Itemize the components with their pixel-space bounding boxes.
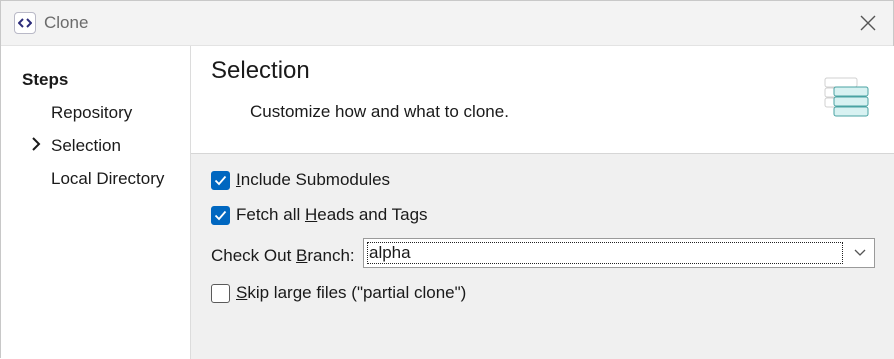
- close-icon: [860, 15, 876, 31]
- step-selection[interactable]: Selection: [51, 136, 121, 156]
- fetch-heads-label: Fetch all Heads and Tags: [236, 205, 428, 224]
- checkout-branch-label: Check Out Branch:: [211, 246, 355, 265]
- page-header: Selection Customize how and what to clon…: [191, 46, 894, 154]
- page-description: Customize how and what to clone.: [250, 102, 509, 121]
- page-title: Selection: [211, 57, 310, 84]
- fetch-heads-checkbox[interactable]: [211, 206, 230, 225]
- clone-dialog: Clone Steps Repository Selection Local D…: [0, 0, 894, 359]
- checkout-branch-select[interactable]: alpha: [363, 238, 875, 268]
- skip-large-files-checkbox[interactable]: [211, 284, 230, 303]
- skip-large-files-label: Skip large files ("partial clone"): [236, 283, 467, 302]
- step-repository[interactable]: Repository: [51, 103, 132, 123]
- include-submodules-label: Include Submodules: [236, 170, 391, 189]
- code-brackets-icon: [14, 12, 36, 34]
- database-stack-icon: [824, 77, 869, 117]
- step-local-directory[interactable]: Local Directory: [51, 169, 164, 189]
- close-button[interactable]: [852, 9, 884, 37]
- include-submodules-checkbox[interactable]: [211, 171, 230, 190]
- chevron-right-icon: [32, 137, 41, 151]
- chevron-down-icon: [854, 249, 866, 256]
- steps-heading: Steps: [22, 70, 69, 89]
- checkmark-icon: [214, 210, 227, 221]
- checkout-branch-value: alpha: [367, 242, 843, 264]
- steps-sidebar: Steps Repository Selection Local Directo…: [1, 46, 191, 359]
- checkmark-icon: [214, 175, 227, 186]
- options-panel: Include Submodules Fetch all Heads and T…: [191, 154, 894, 359]
- title-bar: Clone: [1, 1, 893, 46]
- window-title: Clone: [44, 13, 89, 32]
